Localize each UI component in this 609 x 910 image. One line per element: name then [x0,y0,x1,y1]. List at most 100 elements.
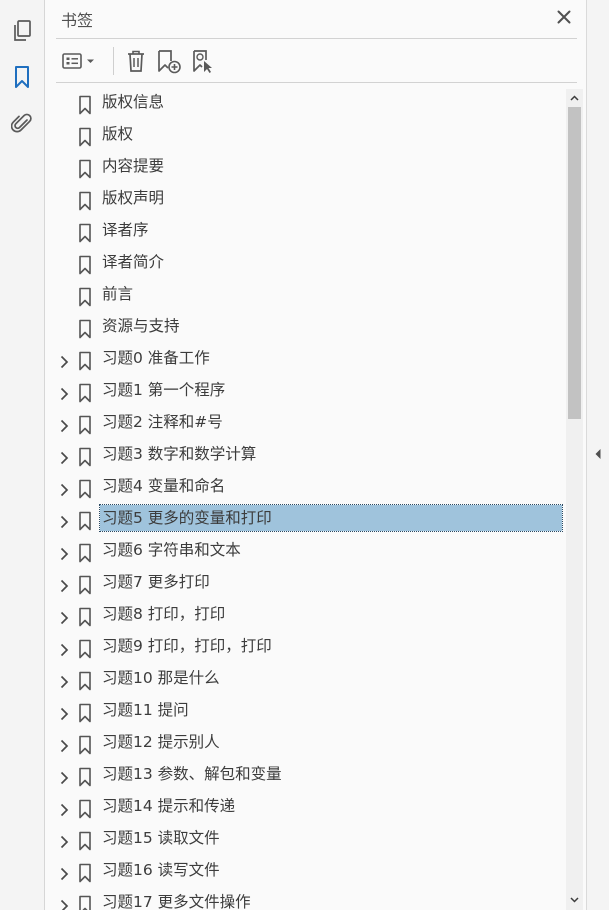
bookmark-item[interactable]: 资源与支持 [45,313,566,345]
bookmark-item[interactable]: 版权信息 [45,89,566,121]
bookmark-icon[interactable] [8,63,36,91]
bookmark-item-icon [78,287,92,307]
bookmark-item[interactable]: 前言 [45,281,566,313]
bookmark-item[interactable]: 习题1 第一个程序 [45,377,566,409]
chevron-right-icon[interactable] [57,674,71,689]
bookmark-item-icon [78,831,92,851]
bookmark-item-icon [78,799,92,819]
bookmark-item-icon [78,575,92,595]
scroll-up-icon[interactable] [566,89,583,106]
bookmark-item[interactable]: 习题4 变量和命名 [45,473,566,505]
chevron-right-icon[interactable] [57,514,71,529]
bookmark-item-icon [78,607,92,627]
pages-icon[interactable] [8,17,36,45]
chevron-right-icon[interactable] [57,546,71,561]
bookmark-item-label: 版权声明 [102,189,165,207]
bookmark-item-icon [78,159,92,179]
chevron-right-icon[interactable] [57,450,71,465]
bookmark-item[interactable]: 译者序 [45,217,566,249]
chevron-right-icon[interactable] [57,386,71,401]
chevron-right-icon[interactable] [57,642,71,657]
bookmark-item[interactable]: 习题7 更多打印 [45,569,566,601]
scrollbar-thumb[interactable] [568,107,581,419]
chevron-right-icon[interactable] [57,482,71,497]
bookmarks-panel: 书签 版权信息 版权 内容提要 版权声明 译者序 译者简介 前言 资源与支持 习… [45,0,586,910]
bookmark-item-label: 习题5 更多的变量和打印 [99,504,563,532]
bookmark-item[interactable]: 习题9 打印，打印，打印 [45,633,566,665]
bookmark-item-icon [78,95,92,115]
bookmark-item-icon [78,223,92,243]
bookmark-item-icon [78,671,92,691]
bookmark-item-label: 习题14 提示和传递 [102,797,236,815]
bookmark-from-selection-icon[interactable] [189,46,217,76]
bookmark-item[interactable]: 版权声明 [45,185,566,217]
bookmark-item-label: 习题7 更多打印 [102,573,210,591]
scroll-down-icon[interactable] [566,891,583,908]
bookmark-item-label: 版权信息 [102,93,165,111]
attachment-icon[interactable] [8,109,36,137]
options-menu-icon[interactable] [60,46,100,76]
bookmark-item[interactable]: 版权 [45,121,566,153]
bookmark-item[interactable]: 内容提要 [45,153,566,185]
bookmark-item-icon [78,703,92,723]
bookmark-item-icon [78,639,92,659]
bookmark-item-label: 习题2 注释和#号 [102,413,223,431]
navigation-rail [0,0,45,910]
collapse-panel-icon[interactable] [593,446,603,462]
bookmark-item-label: 习题9 打印，打印，打印 [102,637,272,655]
bookmark-list: 版权信息版权内容提要版权声明译者序译者简介前言资源与支持习题0 准备工作习题1 … [45,89,566,910]
bookmark-item-icon [78,767,92,787]
bookmark-item-label: 译者序 [102,221,149,239]
bookmark-item-label: 习题0 准备工作 [102,349,210,367]
bookmark-item[interactable]: 习题6 字符串和文本 [45,537,566,569]
chevron-right-icon[interactable] [57,770,71,785]
bookmark-item[interactable]: 习题10 那是什么 [45,665,566,697]
chevron-right-icon[interactable] [57,706,71,721]
bookmark-item[interactable]: 习题0 准备工作 [45,345,566,377]
bookmark-item[interactable]: 习题15 读取文件 [45,825,566,857]
bookmark-item[interactable]: 习题14 提示和传递 [45,793,566,825]
bookmark-item-icon [78,383,92,403]
vertical-scrollbar[interactable] [566,89,583,910]
chevron-right-icon[interactable] [57,418,71,433]
bookmark-item[interactable]: 习题16 读写文件 [45,857,566,889]
bookmark-item-icon [78,479,92,499]
chevron-right-icon[interactable] [57,866,71,881]
bookmark-item-label: 习题16 读写文件 [102,861,220,879]
bookmark-item-icon [78,735,92,755]
bookmark-item[interactable]: 译者简介 [45,249,566,281]
bookmark-item-label: 习题12 提示别人 [102,733,220,751]
chevron-right-icon[interactable] [57,354,71,369]
chevron-right-icon[interactable] [57,834,71,849]
bookmark-item[interactable]: 习题13 参数、解包和变量 [45,761,566,793]
bookmark-item-label: 习题10 那是什么 [102,669,220,687]
bookmark-item-label: 习题4 变量和命名 [102,477,226,495]
bookmark-item[interactable]: 习题8 打印，打印 [45,601,566,633]
bookmark-item-label: 版权 [102,125,134,143]
bookmark-item[interactable]: 习题3 数字和数学计算 [45,441,566,473]
chevron-right-icon[interactable] [57,802,71,817]
bookmark-item-icon [78,511,92,531]
bookmark-item-label: 习题6 字符串和文本 [102,541,241,559]
bookmark-item-label: 习题3 数字和数学计算 [102,445,257,463]
toolbar-separator [113,47,114,75]
bookmark-item[interactable]: 习题17 更多文件操作 [45,889,566,910]
toolbar-divider [56,82,577,83]
chevron-right-icon[interactable] [57,898,71,910]
close-icon[interactable] [552,5,576,29]
bookmark-item[interactable]: 习题11 提问 [45,697,566,729]
chevron-right-icon[interactable] [57,610,71,625]
bookmark-item-icon [78,895,92,910]
chevron-right-icon[interactable] [57,738,71,753]
bookmark-item-label: 习题11 提问 [102,701,189,719]
delete-icon[interactable] [122,46,150,76]
bookmark-item[interactable]: 习题5 更多的变量和打印 [45,504,566,537]
bookmark-item[interactable]: 习题2 注释和#号 [45,409,566,441]
bookmark-item-label: 习题8 打印，打印 [102,605,226,623]
new-bookmark-icon[interactable] [155,46,183,76]
bookmark-item[interactable]: 习题12 提示别人 [45,729,566,761]
bookmark-item-label: 前言 [102,285,134,303]
chevron-right-icon[interactable] [57,578,71,593]
bookmark-item-icon [78,127,92,147]
bookmark-item-label: 资源与支持 [102,317,180,335]
